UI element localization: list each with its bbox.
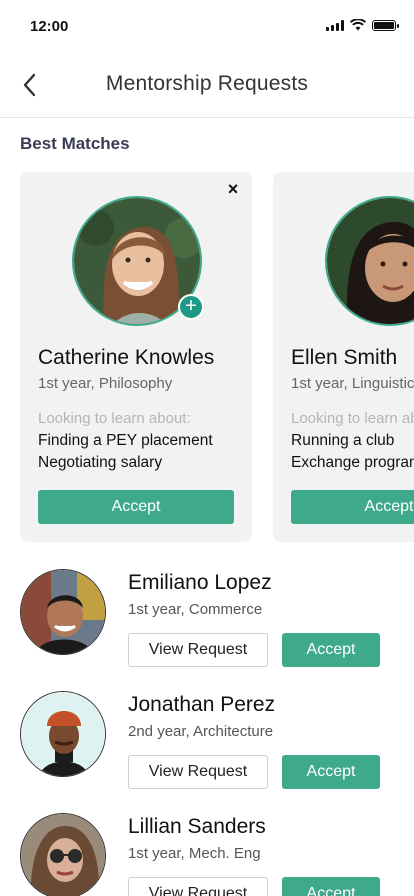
add-icon[interactable]: + bbox=[178, 294, 204, 320]
status-icons bbox=[326, 19, 399, 31]
wifi-icon bbox=[350, 19, 366, 31]
request-name: Lillian Sanders bbox=[128, 815, 266, 838]
list-item: Emiliano Lopez 1st year, Commerce View R… bbox=[0, 569, 414, 679]
learn-topic: Running a club bbox=[291, 432, 395, 449]
accept-button[interactable]: Accept bbox=[282, 633, 380, 667]
match-card: × + Catherine Knowles 1st year, Philosop… bbox=[20, 172, 252, 542]
learn-topic: Finding a PEY placement bbox=[38, 432, 213, 449]
match-card: + Ellen Smith 1st year, Linguistics Look… bbox=[273, 172, 414, 542]
page-title: Mentorship Requests bbox=[105, 72, 309, 95]
avatar bbox=[20, 813, 106, 896]
avatar bbox=[20, 691, 106, 777]
battery-icon bbox=[372, 19, 399, 31]
request-subtitle: 2nd year, Architecture bbox=[128, 723, 274, 740]
match-name: Ellen Smith bbox=[291, 346, 398, 369]
avatar bbox=[20, 569, 106, 655]
close-icon[interactable]: × bbox=[224, 180, 242, 198]
learn-topic: Exchange programs bbox=[291, 454, 414, 471]
match-name: Catherine Knowles bbox=[38, 346, 215, 369]
accept-button[interactable]: Accept bbox=[38, 490, 234, 524]
list-item: Lillian Sanders 1st year, Mech. Eng View… bbox=[0, 813, 414, 896]
accept-button[interactable]: Accept bbox=[291, 490, 414, 524]
status-time: 12:00 bbox=[30, 18, 69, 35]
request-subtitle: 1st year, Mech. Eng bbox=[128, 845, 261, 862]
request-name: Emiliano Lopez bbox=[128, 571, 272, 594]
learn-topic: Negotiating salary bbox=[38, 454, 163, 471]
request-name: Jonathan Perez bbox=[128, 693, 276, 716]
match-subtitle: 1st year, Linguistics bbox=[291, 375, 414, 392]
view-request-button[interactable]: View Request bbox=[128, 755, 268, 789]
best-matches-carousel[interactable]: × + Catherine Knowles 1st year, Philosop… bbox=[0, 172, 414, 544]
view-request-button[interactable]: View Request bbox=[128, 877, 268, 896]
avatar bbox=[325, 196, 414, 326]
list-item: Jonathan Perez 2nd year, Architecture Vi… bbox=[0, 691, 414, 801]
nav-bar: Mentorship Requests bbox=[0, 54, 414, 118]
signal-icon bbox=[326, 19, 344, 31]
best-matches-heading: Best Matches bbox=[20, 134, 130, 153]
status-bar: 12:00 bbox=[0, 0, 414, 54]
accept-button[interactable]: Accept bbox=[282, 877, 380, 896]
request-subtitle: 1st year, Commerce bbox=[128, 601, 263, 618]
match-subtitle: 1st year, Philosophy bbox=[38, 375, 173, 392]
accept-button[interactable]: Accept bbox=[282, 755, 380, 789]
view-request-button[interactable]: View Request bbox=[128, 633, 268, 667]
learn-label: Looking to learn about: bbox=[38, 410, 191, 427]
learn-label: Looking to learn about: bbox=[291, 410, 414, 427]
